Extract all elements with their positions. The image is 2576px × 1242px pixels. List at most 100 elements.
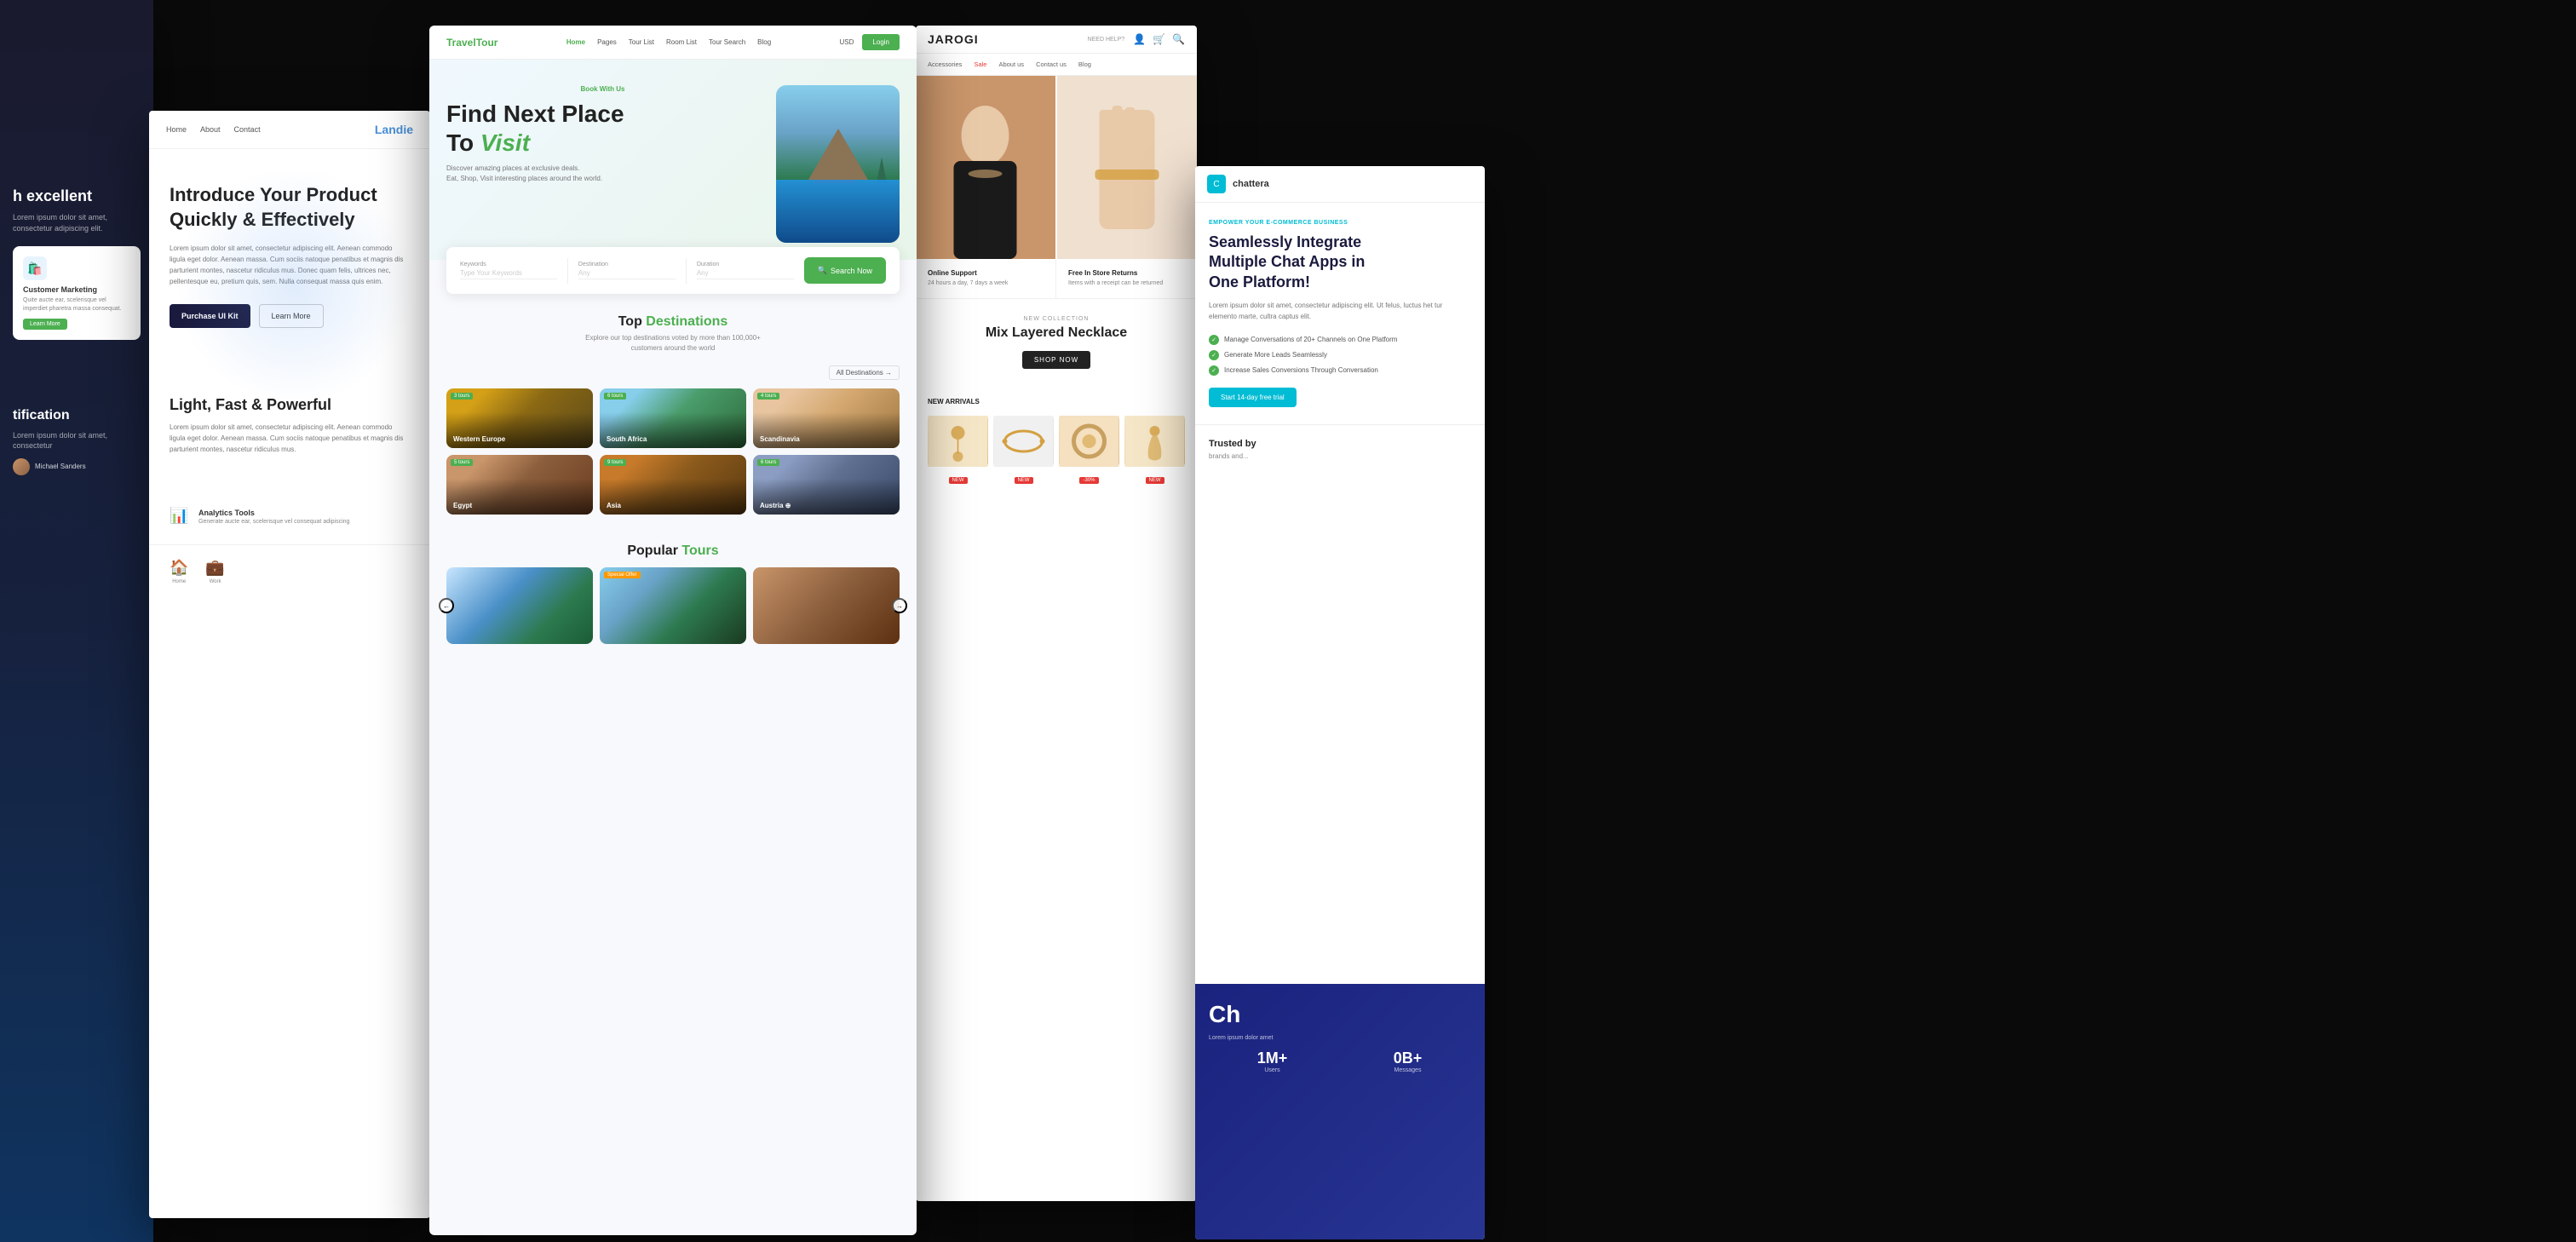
new-arrivals-tag: NEW ARRIVALS xyxy=(928,398,1185,405)
dest-card-western-europe[interactable]: 3 tours Western Europe xyxy=(446,388,593,448)
jarogi-subnav-contact[interactable]: Contact us xyxy=(1036,60,1067,68)
chattera-hero: EMPOWER YOUR E-COMMERCE BUSINESS Seamles… xyxy=(1195,203,1485,424)
purchase-uikit-button[interactable]: Purchase UI Kit xyxy=(170,304,250,328)
chattera-cta-button[interactable]: Start 14-day free trial xyxy=(1209,388,1297,407)
arrival-item-2[interactable]: NEW xyxy=(993,416,1054,486)
arrival-item-1[interactable]: NEW xyxy=(928,416,988,486)
landie-footer-icons: 🏠 Home 💼 Work xyxy=(149,544,430,598)
landie-nav-links: Home About Contact xyxy=(166,125,261,134)
travel-nav-links: Home Pages Tour List Room List Tour Sear… xyxy=(566,38,771,46)
learn-more-button[interactable]: Learn More xyxy=(23,319,67,330)
jarogi-subnav-accessories[interactable]: Accessories xyxy=(928,60,962,68)
all-destinations-btn[interactable]: All Destinations → xyxy=(829,365,900,380)
tour-card-2[interactable]: Special Offer xyxy=(600,567,746,644)
dest-card-austria[interactable]: 6 tours Austria ⊕ xyxy=(753,455,900,515)
windows-container: h excellent Lorem ipsum dolor sit amet, … xyxy=(0,0,2576,1242)
arrival-item-3[interactable]: -30% xyxy=(1059,416,1119,486)
duration-field: Duration Any xyxy=(697,262,794,279)
jarogi-logo: JAROGI xyxy=(928,32,979,46)
dest-badge-1: 3 tours xyxy=(451,393,473,400)
chattera-feature-3-text: Increase Sales Conversions Through Conve… xyxy=(1224,366,1378,374)
dest-label-5: Asia xyxy=(607,502,621,509)
arrival-img-4 xyxy=(1124,416,1185,467)
landie-nav-contact[interactable]: Contact xyxy=(234,125,261,134)
travel-nav-tourlist[interactable]: Tour List xyxy=(629,38,654,46)
search-now-button[interactable]: 🔍 Search Now xyxy=(804,257,886,284)
analytics-desc: Generate aucte ear, scelerisque vel cons… xyxy=(198,519,349,525)
check-icon-3: ✓ xyxy=(1209,365,1219,376)
earring2-svg xyxy=(1124,416,1185,467)
destination-select[interactable]: Any xyxy=(578,269,676,279)
left-small-text: Lorem ipsum dolor sit amet, consectetur … xyxy=(13,212,141,233)
dest-label-3: Scandinavia xyxy=(760,435,800,443)
chattera-feature-1: ✓ Manage Conversations of 20+ Channels o… xyxy=(1209,335,1471,345)
travel-nav-pages[interactable]: Pages xyxy=(597,38,617,46)
analytics-icon: 📊 xyxy=(170,507,190,527)
jarogi-arrivals: NEW ARRIVALS NEW xyxy=(916,386,1197,497)
landie-nav-about[interactable]: About xyxy=(200,125,221,134)
travel-tours-section: Popular Tours ← Special Offer → xyxy=(429,530,917,653)
destination-label: Destination xyxy=(578,262,676,267)
travel-nav-home[interactable]: Home xyxy=(566,38,585,46)
tour-card-3[interactable] xyxy=(753,567,900,644)
dest-badge-2: 6 tours xyxy=(604,393,626,400)
dest-card-asia[interactable]: 9 tours Asia xyxy=(600,455,746,515)
travel-hero-text: Book With Us Find Next Place To Visit Di… xyxy=(446,85,759,198)
landie-navbar: Home About Contact Landie xyxy=(149,111,430,149)
shop-now-button[interactable]: SHOP NOW xyxy=(1022,351,1090,369)
jarogi-subnav-sale[interactable]: Sale xyxy=(974,60,986,68)
landie-title-line1: Introduce Your Product xyxy=(170,184,377,205)
jarogi-icons: 👤 🛒 🔍 xyxy=(1133,33,1185,45)
feature-support-title: Online Support xyxy=(928,269,1044,277)
tours-grid: Special Offer xyxy=(446,567,900,644)
arrival-item-4[interactable]: NEW xyxy=(1124,416,1185,486)
dest-card-scandinavia[interactable]: 4 tours Scandinavia xyxy=(753,388,900,448)
travel-title-accent: Visit xyxy=(480,129,530,156)
chattera-main-title: Seamlessly Integrate Multiple Chat Apps … xyxy=(1209,233,1471,292)
chattera-stats: 1M+ Users 0B+ Messages xyxy=(1209,1049,1471,1073)
keywords-input[interactable]: Type Your Keywords xyxy=(460,269,557,279)
chattera-brand-name: chattera xyxy=(1233,179,1269,189)
dest-card-egypt[interactable]: 5 tours Egypt xyxy=(446,455,593,515)
tours-nav-left[interactable]: ← xyxy=(439,598,454,613)
travel-title-prefix: To xyxy=(446,129,480,156)
tification-block: tification Lorem ipsum dolor sit amet, c… xyxy=(13,408,141,475)
travel-nav-roomlist[interactable]: Room List xyxy=(666,38,697,46)
jarogi-navbar: JAROGI NEED HELP? 👤 🛒 🔍 xyxy=(916,26,1197,54)
card-icon: 🛍️ xyxy=(23,256,47,280)
landie-brand: Landie xyxy=(375,123,413,136)
travel-currency[interactable]: USD xyxy=(840,38,854,46)
landie-hero-desc: Lorem ipsum dolor sit amet, consectetur … xyxy=(170,244,410,287)
check-icon-2: ✓ xyxy=(1209,350,1219,360)
arrivals-grid: NEW NEW xyxy=(928,416,1185,486)
chattera-feature-1-text: Manage Conversations of 20+ Channels on … xyxy=(1224,336,1397,343)
dest-card-south-africa[interactable]: 6 tours South Africa xyxy=(600,388,746,448)
jarogi-search-icon[interactable]: 🔍 xyxy=(1172,33,1185,45)
travel-nav-toursearch[interactable]: Tour Search xyxy=(709,38,745,46)
chattera-feature-3: ✓ Increase Sales Conversions Through Con… xyxy=(1209,365,1471,376)
duration-select[interactable]: Any xyxy=(697,269,794,279)
ring-svg xyxy=(1059,416,1119,467)
dest-badge-5: 9 tours xyxy=(604,459,626,466)
tour-card-1[interactable] xyxy=(446,567,593,644)
left-heading: h excellent xyxy=(13,187,141,205)
travel-book-tag: Book With Us xyxy=(446,85,759,93)
jarogi-subnav-about[interactable]: About us xyxy=(998,60,1024,68)
jarogi-subnav-blog[interactable]: Blog xyxy=(1078,60,1091,68)
learn-more-landie-button[interactable]: Learn More xyxy=(259,304,324,328)
avatar xyxy=(13,458,30,475)
dest-label-1: Western Europe xyxy=(453,435,505,443)
stat-1m-number: 1M+ xyxy=(1209,1049,1336,1067)
landie-hero: Introduce Your Product Quickly & Effecti… xyxy=(149,149,430,379)
tours-nav-right[interactable]: → xyxy=(892,598,907,613)
jarogi-user-icon[interactable]: 👤 xyxy=(1133,33,1146,45)
landie-nav-home[interactable]: Home xyxy=(166,125,187,134)
chattera-logo-icon: C xyxy=(1207,175,1226,193)
travel-login-button[interactable]: Login xyxy=(862,34,900,50)
jarogi-cart-icon[interactable]: 🛒 xyxy=(1153,33,1165,45)
travel-destinations-section: Top Destinations Explore our top destina… xyxy=(429,294,917,530)
travel-nav-blog[interactable]: Blog xyxy=(757,38,771,46)
tification-label: tification xyxy=(13,408,141,423)
jarogi-features: Online Support 24 hours a day, 7 days a … xyxy=(916,259,1197,299)
chattera-stat-1: 1M+ Users xyxy=(1209,1049,1336,1073)
